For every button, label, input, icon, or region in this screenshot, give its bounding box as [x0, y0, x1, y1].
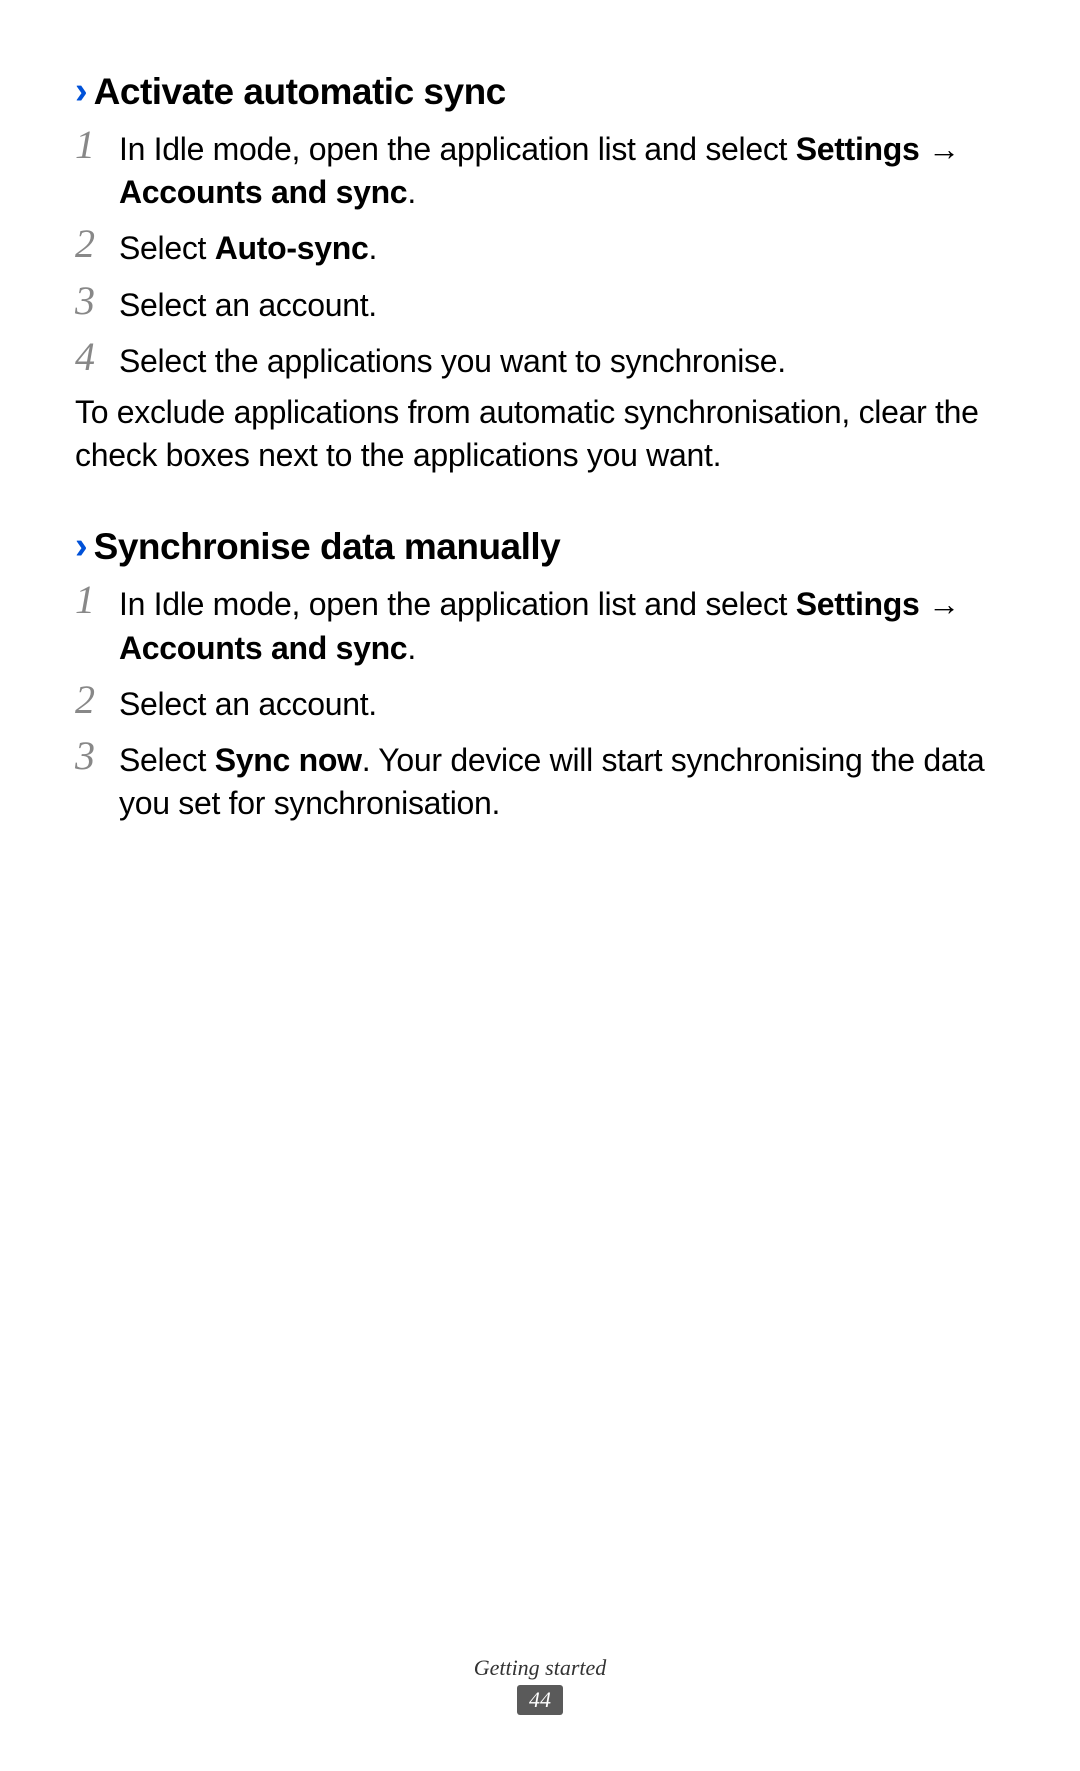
- step-list-1: 1 In Idle mode, open the application lis…: [75, 123, 1005, 383]
- step-number: 4: [75, 335, 119, 379]
- step-number: 1: [75, 578, 119, 622]
- step-item: 2 Select Auto-sync.: [75, 222, 1005, 270]
- step-text: Select an account.: [119, 678, 377, 726]
- footer-section-label: Getting started: [0, 1655, 1080, 1681]
- step-number: 2: [75, 222, 119, 266]
- step-text: Select Auto-sync.: [119, 222, 377, 270]
- section-heading-activate: › Activate automatic sync: [75, 70, 1005, 113]
- step-item: 4 Select the applications you want to sy…: [75, 335, 1005, 383]
- step-text: In Idle mode, open the application list …: [119, 123, 1005, 214]
- step-text: Select Sync now. Your device will start …: [119, 734, 1005, 825]
- heading-text: Synchronise data manually: [94, 526, 561, 568]
- page-footer: Getting started 44: [0, 1655, 1080, 1715]
- step-item: 2 Select an account.: [75, 678, 1005, 726]
- note-text: To exclude applications from automatic s…: [75, 391, 1005, 477]
- step-item: 1 In Idle mode, open the application lis…: [75, 123, 1005, 214]
- step-number: 3: [75, 279, 119, 323]
- step-text: Select the applications you want to sync…: [119, 335, 786, 383]
- chevron-icon: ›: [75, 525, 88, 568]
- step-item: 1 In Idle mode, open the application lis…: [75, 578, 1005, 669]
- heading-text: Activate automatic sync: [94, 71, 506, 113]
- step-item: 3 Select an account.: [75, 279, 1005, 327]
- step-number: 1: [75, 123, 119, 167]
- page-number-badge: 44: [517, 1685, 563, 1715]
- step-text: Select an account.: [119, 279, 377, 327]
- step-number: 2: [75, 678, 119, 722]
- section-heading-sync: › Synchronise data manually: [75, 525, 1005, 568]
- step-item: 3 Select Sync now. Your device will star…: [75, 734, 1005, 825]
- step-text: In Idle mode, open the application list …: [119, 578, 1005, 669]
- step-number: 3: [75, 734, 119, 778]
- chevron-icon: ›: [75, 70, 88, 113]
- step-list-2: 1 In Idle mode, open the application lis…: [75, 578, 1005, 825]
